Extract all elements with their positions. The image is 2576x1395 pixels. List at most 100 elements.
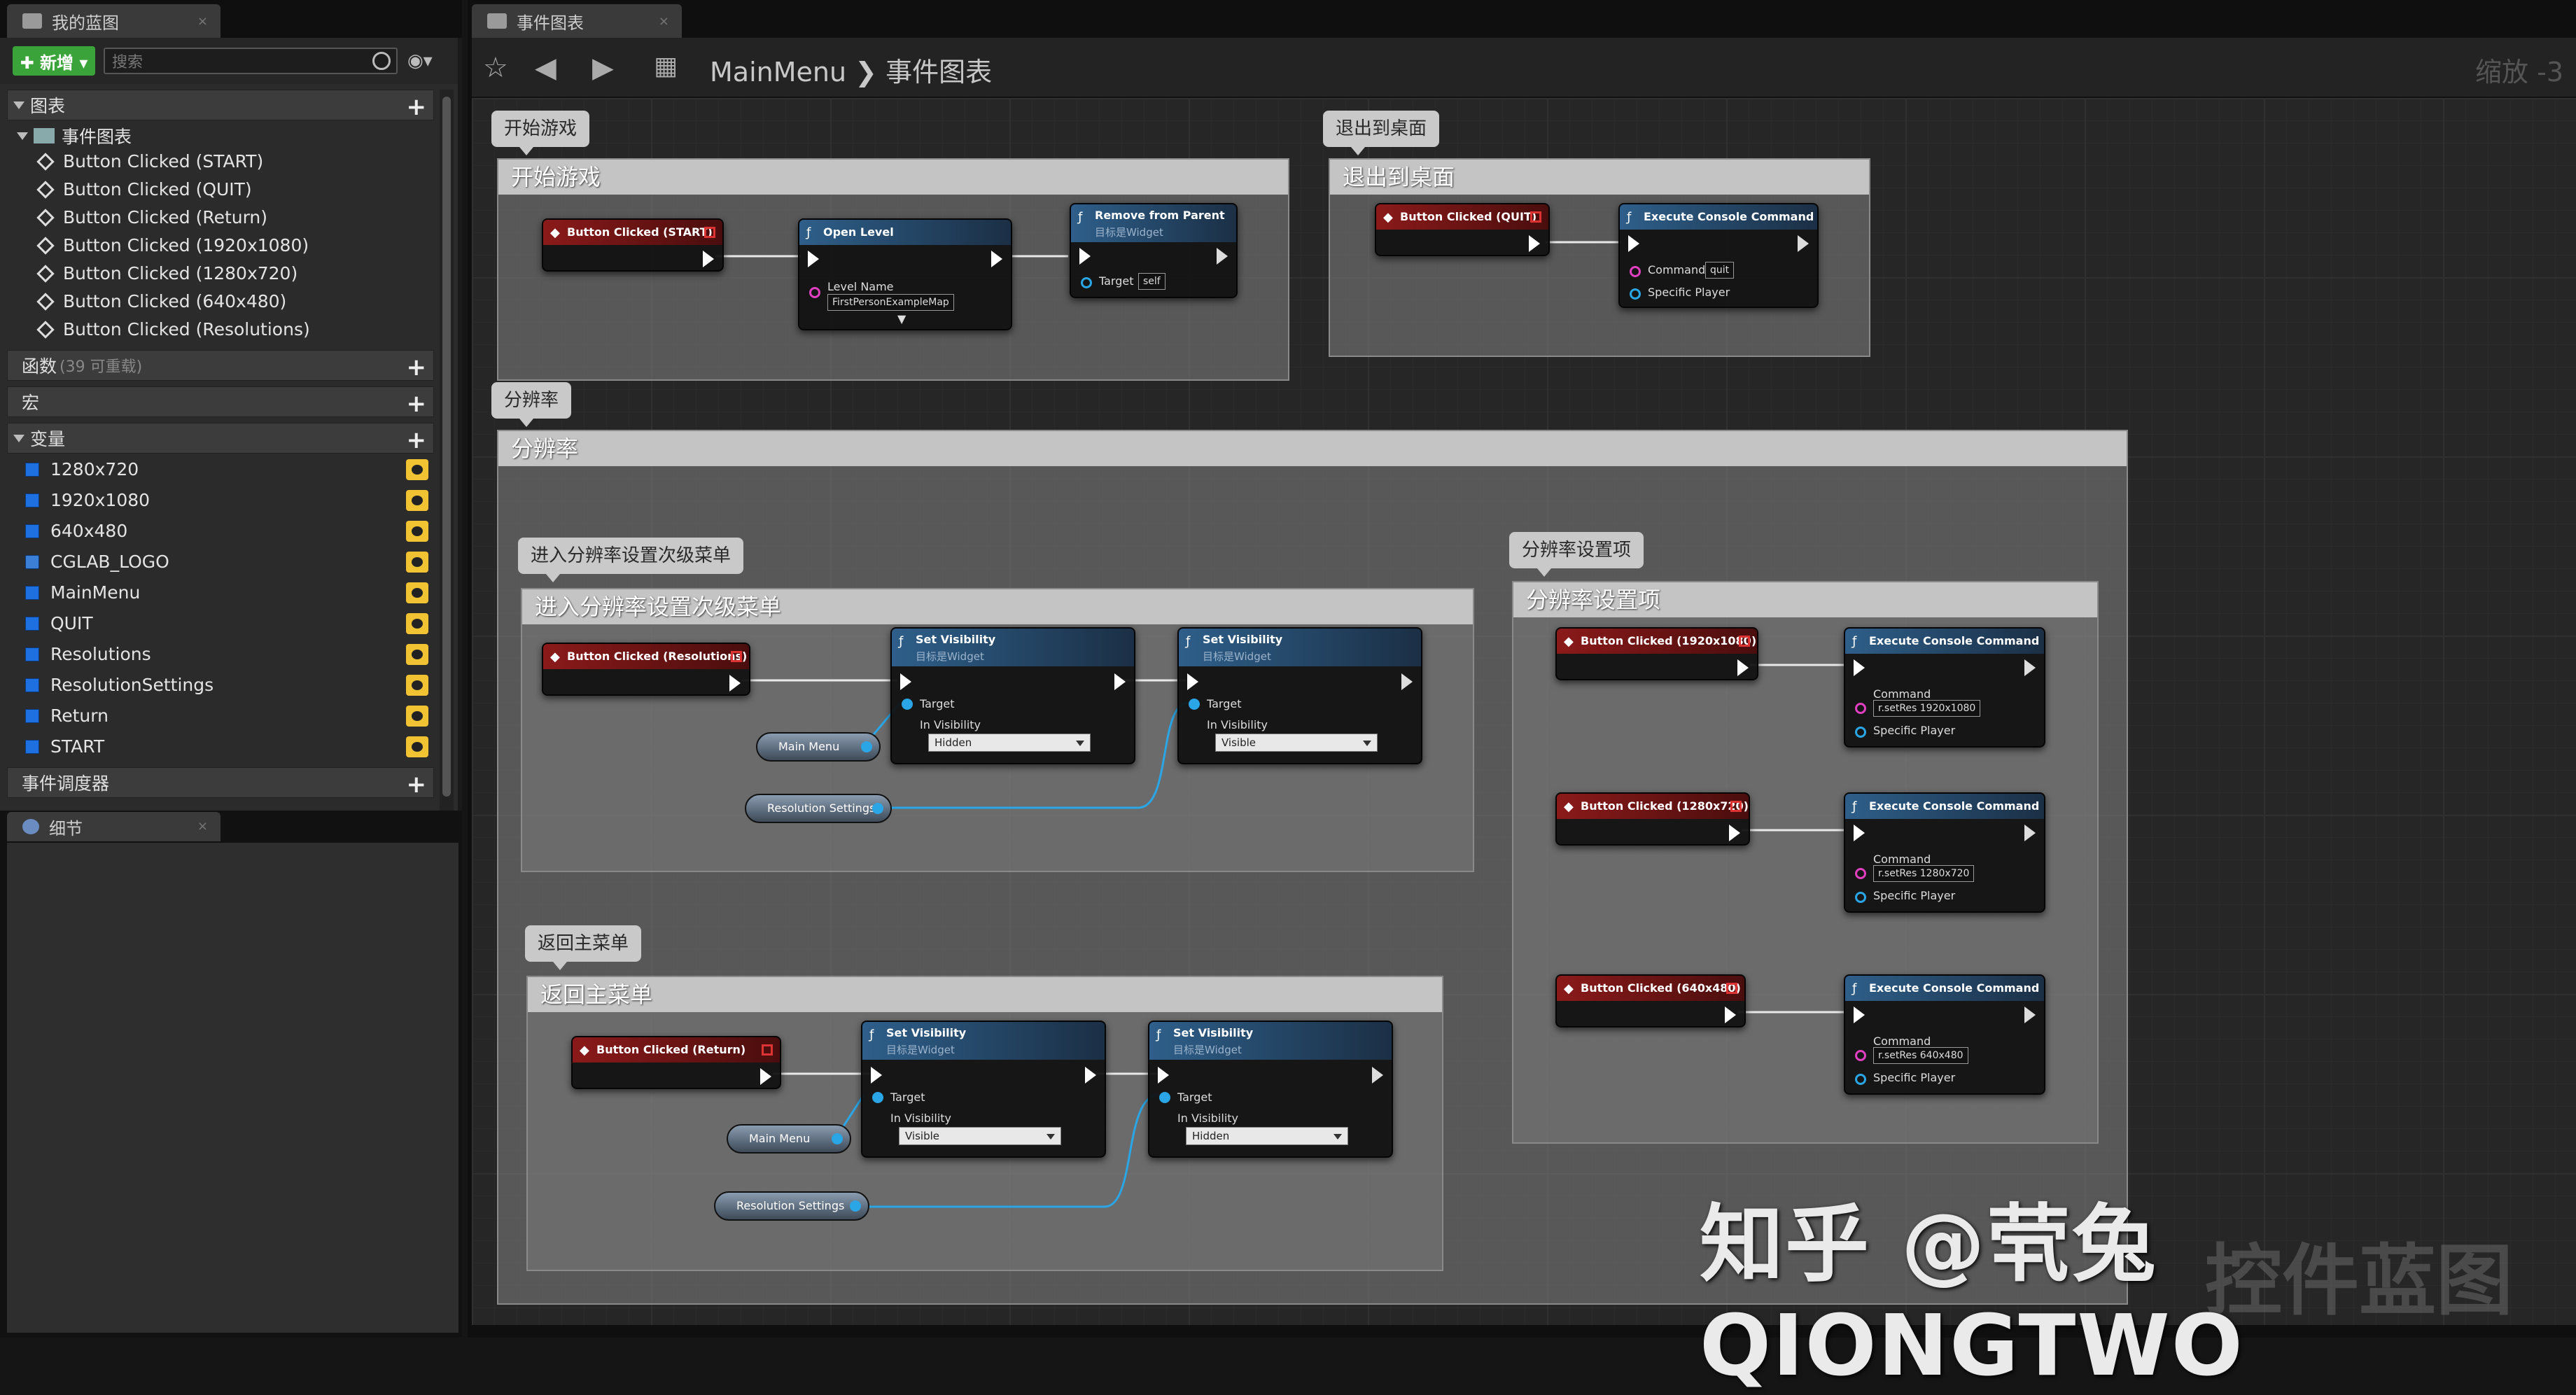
exec-in-pin[interactable] (1854, 1007, 1865, 1023)
function-node-exec-cmd-1920[interactable]: Execute Console Command ƒ Command r.setR… (1844, 627, 2045, 748)
delegate-pin[interactable] (1730, 801, 1742, 812)
variable-node-main-menu[interactable]: Main Menu (727, 1124, 851, 1154)
function-node-exec-cmd-640[interactable]: Execute Console Command ƒ Command r.setR… (1844, 974, 2045, 1095)
variable-item[interactable]: Resolutions (25, 644, 151, 664)
add-variable-plus-icon[interactable]: + (407, 426, 427, 454)
exec-out-pin[interactable] (2024, 1007, 2036, 1023)
level-name-pin[interactable] (809, 287, 820, 298)
function-node-remove-from-parent[interactable]: Remove from Parent 目标是Widget ƒ Target sel… (1070, 203, 1238, 298)
output-pin[interactable] (861, 741, 872, 752)
visibility-eye-icon[interactable] (406, 521, 428, 542)
event-node-1280x720[interactable]: Button Clicked (1280x720) ◆ (1555, 792, 1750, 846)
tab-event-graph[interactable]: 事件图表 × (472, 4, 682, 38)
breadcrumb-blueprint[interactable]: MainMenu (710, 57, 846, 87)
event-graph-item[interactable]: 事件图表 (17, 123, 132, 148)
collapse-arrow-icon[interactable] (13, 434, 24, 442)
visibility-eye-icon[interactable] (406, 552, 428, 573)
target-pin[interactable] (872, 1092, 883, 1103)
add-dispatcher-plus-icon[interactable]: + (407, 771, 427, 799)
section-graphs[interactable]: 图表 + (7, 90, 434, 121)
output-pin[interactable] (832, 1133, 843, 1144)
visibility-eye-icon[interactable] (406, 613, 428, 634)
favorite-star-icon[interactable]: ☆ (483, 52, 508, 84)
command-input[interactable]: r.setRes 640x480 (1873, 1047, 1968, 1064)
command-input[interactable]: quit (1705, 262, 1735, 279)
specific-player-pin[interactable] (1855, 727, 1866, 738)
exec-out-pin[interactable] (703, 251, 714, 267)
visibility-eye-icon[interactable] (406, 706, 428, 727)
section-event-dispatchers[interactable]: 事件调度器 + (7, 767, 434, 799)
exec-in-pin[interactable] (871, 1067, 882, 1084)
variable-item[interactable]: MainMenu (25, 582, 140, 603)
search-input[interactable]: 搜索 (104, 48, 398, 74)
exec-in-pin[interactable] (808, 251, 819, 267)
expand-arrow-icon[interactable] (17, 132, 28, 140)
variable-item[interactable]: START (25, 736, 104, 757)
visibility-dropdown[interactable]: Visible (1215, 734, 1378, 752)
variable-item[interactable]: 1280x720 (25, 459, 139, 479)
list-item[interactable]: Button Clicked (640x480) (36, 291, 286, 311)
exec-out-pin[interactable] (991, 251, 1002, 267)
exec-in-pin[interactable] (1628, 235, 1639, 252)
forward-arrow-icon[interactable]: ▶ (592, 52, 614, 84)
function-node-set-visibility-3[interactable]: Set Visibility 目标是Widget ƒ Target In Visi… (861, 1021, 1106, 1158)
function-node-set-visibility-4[interactable]: Set Visibility 目标是Widget ƒ Target In Visi… (1148, 1021, 1393, 1158)
exec-in-pin[interactable] (1079, 248, 1091, 265)
command-input[interactable]: r.setRes 1280x720 (1873, 865, 1975, 882)
target-pin[interactable] (1081, 277, 1092, 288)
visibility-eye-icon[interactable] (406, 582, 428, 603)
specific-player-pin[interactable] (1855, 892, 1866, 903)
tab-my-blueprint[interactable]: 我的蓝图 × (7, 4, 220, 38)
event-node-quit[interactable]: Button Clicked (QUIT) ◆ (1375, 203, 1550, 256)
list-item[interactable]: Button Clicked (Return) (36, 207, 267, 227)
exec-in-pin[interactable] (1187, 673, 1198, 690)
function-node-set-visibility-2[interactable]: Set Visibility 目标是Widget ƒ Target In Visi… (1177, 627, 1422, 764)
exec-out-pin[interactable] (1085, 1067, 1096, 1084)
variable-node-resolution-settings[interactable]: Resolution Settings (745, 794, 892, 823)
collapse-arrow-icon[interactable] (13, 101, 24, 109)
exec-out-pin[interactable] (729, 675, 741, 692)
delegate-pin[interactable] (1726, 983, 1737, 994)
list-item[interactable]: Button Clicked (QUIT) (36, 179, 252, 199)
list-item[interactable]: Button Clicked (START) (36, 151, 263, 171)
exec-out-pin[interactable] (1529, 235, 1540, 252)
variable-item[interactable]: 640x480 (25, 521, 127, 541)
add-graph-plus-icon[interactable]: + (407, 93, 427, 121)
level-name-input[interactable]: FirstPersonExampleMap (827, 294, 954, 311)
tab-details[interactable]: 细节 × (7, 812, 220, 841)
exec-out-pin[interactable] (1114, 673, 1126, 690)
exec-out-pin[interactable] (1729, 825, 1740, 841)
scrollbar-thumb[interactable] (442, 97, 451, 797)
output-pin[interactable] (872, 803, 883, 814)
variable-item[interactable]: 1920x1080 (25, 490, 150, 510)
list-item[interactable]: Button Clicked (1280x720) (36, 263, 298, 283)
event-node-start[interactable]: Button Clicked (START) ◆ (542, 218, 724, 272)
add-macro-plus-icon[interactable]: + (407, 390, 427, 418)
variable-item[interactable]: QUIT (25, 613, 93, 633)
exec-out-pin[interactable] (1217, 248, 1228, 265)
target-pin[interactable] (902, 699, 913, 710)
delegate-pin[interactable] (1530, 211, 1541, 223)
breadcrumb-graph[interactable]: 事件图表 (886, 57, 992, 87)
visibility-eye-icon[interactable] (406, 736, 428, 757)
command-pin[interactable] (1855, 703, 1866, 714)
event-node-640x480[interactable]: Button Clicked (640x480) ◆ (1555, 974, 1746, 1028)
visibility-eye-icon[interactable] (406, 675, 428, 696)
delegate-pin[interactable] (762, 1044, 773, 1056)
function-node-exec-cmd-1280[interactable]: Execute Console Command ƒ Command r.setR… (1844, 792, 2045, 913)
event-node-resolutions[interactable]: Button Clicked (Resolutions) ◆ (542, 643, 750, 696)
variable-item[interactable]: Return (25, 706, 108, 726)
section-functions[interactable]: 函数 (39 可重载) + (7, 350, 434, 381)
list-item[interactable]: Button Clicked (1920x1080) (36, 235, 309, 255)
variable-item[interactable]: CGLAB_LOGO (25, 552, 169, 572)
variable-node-main-menu[interactable]: Main Menu (756, 732, 881, 762)
visibility-eye-icon[interactable] (406, 490, 428, 511)
visibility-dropdown[interactable]: Visible (899, 1127, 1061, 1145)
event-node-1920x1080[interactable]: Button Clicked (1920x1080) ◆ (1555, 627, 1758, 680)
panel-scrollbar[interactable] (440, 90, 454, 832)
function-node-set-visibility-1[interactable]: Set Visibility 目标是Widget ƒ Target In Visi… (890, 627, 1135, 764)
view-options-eye-icon[interactable]: ◉▾ (407, 50, 449, 73)
command-input[interactable]: r.setRes 1920x1080 (1873, 700, 1981, 717)
exec-in-pin[interactable] (1854, 825, 1865, 841)
function-node-open-level[interactable]: Open Level ƒ Level Name FirstPersonExamp… (798, 218, 1012, 330)
